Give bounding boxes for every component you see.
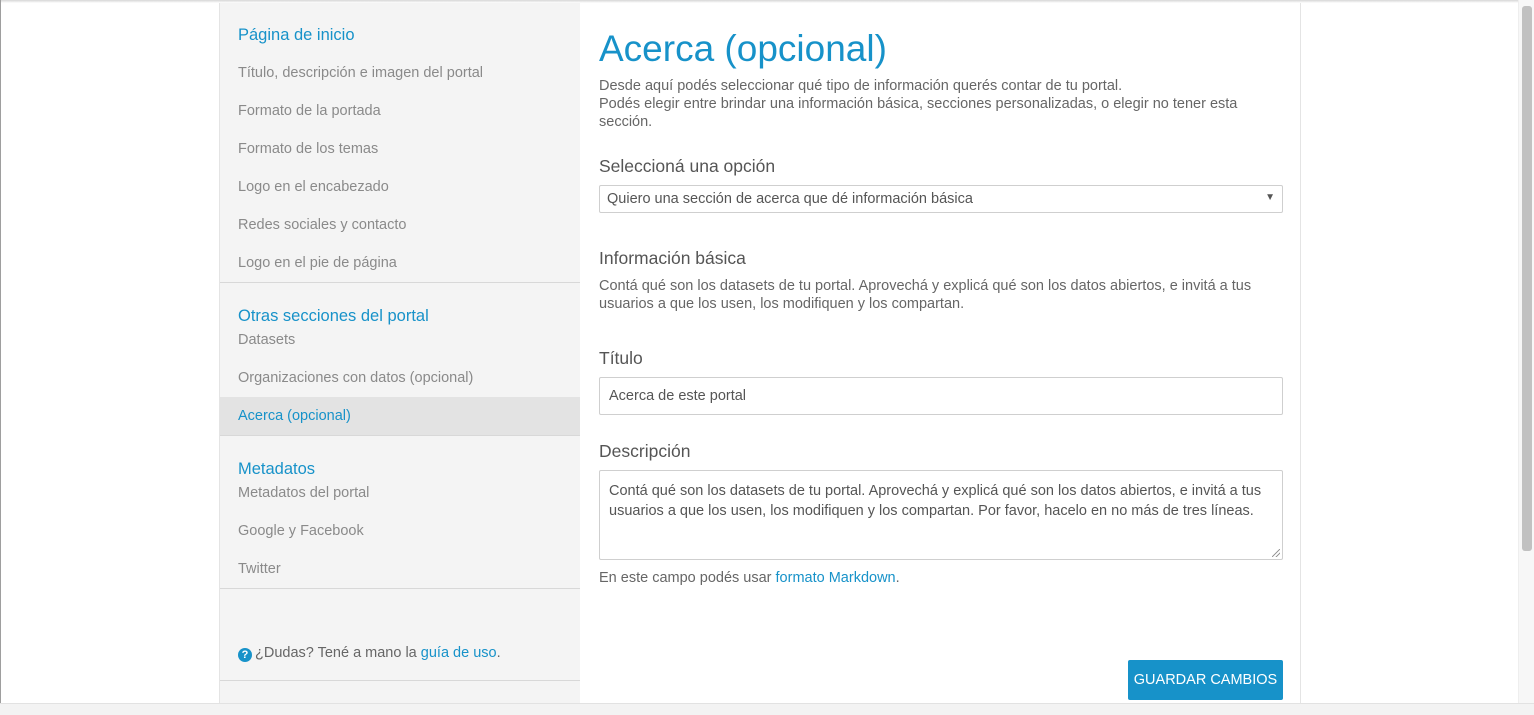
intro-line-2: Podés elegir entre brindar una informaci… bbox=[599, 96, 1238, 130]
scrollbar-thumb[interactable] bbox=[1522, 6, 1532, 551]
description-label: Descripción bbox=[599, 441, 691, 461]
main-content: Acerca (opcional) Desde aquí podés selec… bbox=[599, 3, 1283, 703]
usage-guide-link[interactable]: guía de uso bbox=[421, 645, 497, 661]
markdown-suffix: . bbox=[895, 570, 900, 586]
help-note: ? ¿Dudas? Tené a mano la guía de uso. bbox=[238, 645, 501, 662]
basic-info-heading: Información básica bbox=[599, 248, 746, 268]
sidebar-item-google-facebook[interactable]: Google y Facebook bbox=[220, 512, 580, 550]
sidebar-item-header-logo[interactable]: Logo en el encabezado bbox=[220, 168, 580, 206]
sidebar-section-title-metadata[interactable]: Metadatos bbox=[220, 436, 580, 478]
sidebar-section-home: Página de inicio Título, descripción e i… bbox=[220, 3, 580, 283]
bottom-bar bbox=[0, 703, 1534, 715]
sidebar-item-organizations[interactable]: Organizaciones con datos (opcional) bbox=[220, 359, 580, 397]
help-suffix: . bbox=[496, 645, 501, 661]
basic-info-help: Contá qué son los datasets de tu portal.… bbox=[599, 278, 1252, 312]
page-container: Página de inicio Título, descripción e i… bbox=[219, 3, 1301, 703]
sidebar-section-title-home[interactable]: Página de inicio bbox=[220, 3, 580, 54]
markdown-prefix: En este campo podés usar bbox=[599, 570, 772, 586]
markdown-format-link[interactable]: formato Markdown bbox=[776, 570, 896, 586]
select-label: Seleccioná una opción bbox=[599, 156, 776, 176]
window-edge bbox=[0, 0, 1, 715]
save-button[interactable]: GUARDAR CAMBIOS bbox=[1128, 660, 1283, 700]
sidebar-item-portal-metadata[interactable]: Metadatos del portal bbox=[220, 474, 580, 512]
intro-line-1: Desde aquí podés seleccionar qué tipo de… bbox=[599, 78, 1123, 94]
markdown-note: En este campo podés usar formato Markdow… bbox=[599, 570, 900, 586]
question-circle-icon: ? bbox=[238, 648, 252, 662]
sidebar-item-footer-logo[interactable]: Logo en el pie de página bbox=[220, 244, 580, 282]
caret-down-icon: ▼ bbox=[1265, 192, 1275, 203]
sidebar-section-other: Otras secciones del portal Datasets Orga… bbox=[220, 283, 580, 436]
sidebar-item-twitter[interactable]: Twitter bbox=[220, 550, 580, 588]
about-type-select[interactable]: Quiero una sección de acerca que dé info… bbox=[599, 185, 1283, 213]
resize-handle-icon[interactable] bbox=[1272, 549, 1280, 557]
sidebar-divider bbox=[220, 680, 580, 681]
sidebar-item-social-contact[interactable]: Redes sociales y contacto bbox=[220, 206, 580, 244]
title-input[interactable]: Acerca de este portal bbox=[599, 377, 1283, 415]
sidebar: Página de inicio Título, descripción e i… bbox=[220, 3, 580, 703]
sidebar-item-topics-format[interactable]: Formato de los temas bbox=[220, 130, 580, 168]
sidebar-section-metadata: Metadatos Metadatos del portal Google y … bbox=[220, 436, 580, 589]
intro-text: Desde aquí podés seleccionar qué tipo de… bbox=[599, 77, 1259, 131]
sidebar-item-cover-format[interactable]: Formato de la portada bbox=[220, 92, 580, 130]
sidebar-item-about[interactable]: Acerca (opcional) bbox=[220, 397, 580, 435]
select-value: Quiero una sección de acerca que dé info… bbox=[607, 191, 973, 207]
scrollbar[interactable] bbox=[1518, 0, 1534, 703]
title-label: Título bbox=[599, 348, 643, 368]
sidebar-item-title-description-image[interactable]: Título, descripción e imagen del portal bbox=[220, 54, 580, 92]
sidebar-item-datasets[interactable]: Datasets bbox=[220, 321, 580, 359]
page-title: Acerca (opcional) bbox=[599, 28, 887, 69]
description-value: Contá qué son los datasets de tu portal.… bbox=[609, 483, 1262, 519]
description-textarea[interactable]: Contá qué son los datasets de tu portal.… bbox=[599, 470, 1283, 560]
help-prefix: ¿Dudas? Tené a mano la bbox=[255, 645, 417, 661]
sidebar-section-title-other[interactable]: Otras secciones del portal bbox=[220, 283, 580, 325]
